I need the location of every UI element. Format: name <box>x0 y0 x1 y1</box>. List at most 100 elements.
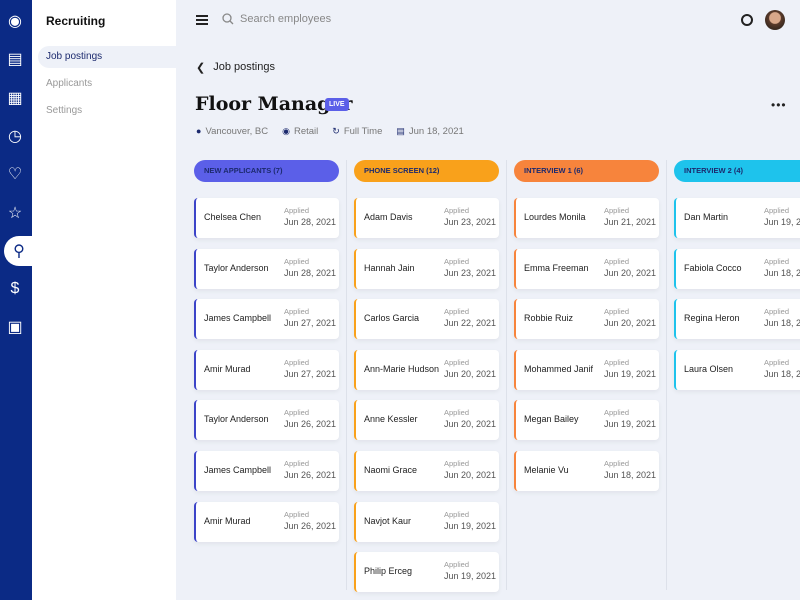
meta-text: Jun 18, 2021 <box>408 126 464 137</box>
applied-date: Jun 18, 2021 <box>764 318 800 329</box>
applicant-card[interactable]: Navjot Kaur Applied Jun 19, 2021 <box>354 501 499 542</box>
applied-date: Jun 26, 2021 <box>284 520 337 531</box>
applicant-name: Amir Murad <box>204 515 251 526</box>
secondary-sidebar: Recruiting Job postings Applicants Setti… <box>32 0 203 600</box>
applicant-card[interactable]: Emma Freeman Applied Jun 20, 2021 <box>514 248 659 289</box>
column-divider <box>666 160 667 590</box>
applicant-card[interactable]: Taylor Anderson Applied Jun 28, 2021 <box>194 248 339 289</box>
help-lifebuoy-icon[interactable] <box>741 14 753 26</box>
applicant-card[interactable]: Fabiola Cocco AppliedJun 18, 2021 <box>674 248 800 289</box>
logo-icon[interactable]: ◉ <box>6 12 24 30</box>
gift-icon[interactable]: ▣ <box>6 318 24 336</box>
applicant-name: Melanie Vu <box>524 465 569 475</box>
applicant-name: Mohammed Janif <box>524 363 594 374</box>
applicant-card[interactable]: Melanie Vu Applied Jun 18, 2021 <box>514 451 659 491</box>
meta-text: Retail <box>293 126 319 137</box>
column-header[interactable]: NEW APPLICANTS (7) <box>194 160 339 182</box>
applied-date: Jun 28, 2021 <box>284 217 337 227</box>
clock-icon[interactable]: ◷ <box>6 127 24 145</box>
sidebar-item-applicants[interactable]: Applicants <box>38 73 203 95</box>
applied-label: Applied <box>444 560 470 570</box>
applicant-card[interactable]: Anne Kessler Applied Jun 20, 2021 <box>354 400 499 441</box>
more-options-icon[interactable]: ••• <box>771 98 787 112</box>
recruiting-search-icon[interactable]: ⚲ <box>4 235 34 266</box>
applied-date: Jun 19, 2021 <box>764 217 800 227</box>
search-icon <box>222 13 234 25</box>
applied-date: Jun 19, 2021 <box>604 419 657 430</box>
applied-date: Jun 18, 2021 <box>764 368 800 379</box>
hamburger-menu-icon[interactable] <box>196 15 208 25</box>
applied-label: Applied <box>444 459 470 468</box>
pipeline-column: PHONE SCREEN (12) Adam Davis Applied Jun 23… <box>354 160 499 593</box>
column-header[interactable]: INTERVIEW 2 (4) <box>674 160 800 182</box>
applied-label: Applied <box>284 459 310 468</box>
applicant-card[interactable]: Naomi Grace Applied Jun 20, 2021 <box>354 451 499 491</box>
applied-label: Applied <box>604 307 630 317</box>
chevron-left-icon: ❮ <box>196 62 206 74</box>
applied-date: Jun 20, 2021 <box>604 318 657 329</box>
meta-text: Vancouver, BC <box>205 126 269 137</box>
applied-label: Applied <box>444 307 470 317</box>
applied-date: Jun 26, 2021 <box>284 470 337 480</box>
applicant-card[interactable]: Taylor Anderson Applied Jun 26, 2021 <box>194 400 339 441</box>
document-icon: ▤ <box>396 126 405 136</box>
calendar-icon[interactable]: ▦ <box>6 89 24 107</box>
applied-label: Applied <box>764 206 790 215</box>
dollar-icon[interactable]: $ <box>6 280 24 298</box>
column-divider <box>346 160 347 590</box>
applied-date: Jun 20, 2021 <box>604 267 657 278</box>
applied-date: Jun 27, 2021 <box>284 318 337 329</box>
heart-icon[interactable]: ♡ <box>6 165 24 183</box>
applied-date: Jun 23, 2021 <box>444 217 497 227</box>
applicant-card[interactable]: Adam Davis Applied Jun 23, 2021 <box>354 198 499 238</box>
applied-label: Applied <box>604 459 630 468</box>
store-icon: ◉ <box>282 126 290 136</box>
applicant-name: Emma Freeman <box>524 262 589 273</box>
applied-label: Applied <box>284 256 310 266</box>
applicant-card[interactable]: Lourdes Monila Applied Jun 21, 2021 <box>514 198 659 238</box>
applicant-card[interactable]: Robbie Ruiz Applied Jun 20, 2021 <box>514 299 659 340</box>
applicant-card[interactable]: Amir Murad Applied Jun 26, 2021 <box>194 501 339 542</box>
applicant-name: Navjot Kaur <box>364 515 412 526</box>
applied-label: Applied <box>444 357 470 367</box>
location-pin-icon: ● <box>196 126 202 136</box>
applicant-card[interactable]: Mohammed Janif Applied Jun 19, 2021 <box>514 349 659 390</box>
applicant-card[interactable]: Megan Bailey Applied Jun 19, 2021 <box>514 400 659 441</box>
applicant-card[interactable]: Dan Martin Applied Jun 19, 2021 <box>674 198 800 238</box>
sidebar-item-job-postings[interactable]: Job postings <box>38 46 203 68</box>
applied-date: Jun 21, 2021 <box>604 217 657 227</box>
applicant-card[interactable]: Chelsea Chen Applied Jun 28, 2021 <box>194 198 339 238</box>
applicant-card[interactable]: Hannah Jain Applied Jun 23, 2021 <box>354 248 499 289</box>
meta-location: ● Vancouver, BC <box>196 126 268 137</box>
applied-label: Applied <box>764 307 790 317</box>
applied-label: Applied <box>604 357 630 367</box>
applicant-card[interactable]: Philip Erceg Applied Jun 19, 2021 <box>354 552 499 593</box>
applied-label: Applied <box>604 256 630 266</box>
top-bar: Search employees <box>176 0 800 42</box>
applicant-card[interactable]: James Campbell Applied Jun 26, 2021 <box>194 451 339 491</box>
applicant-card[interactable]: Ann-Marie Hudson Applied Jun 20, 2021 <box>354 349 499 390</box>
back-link[interactable]: ❮ Job postings <box>196 61 275 74</box>
star-icon[interactable]: ☆ <box>6 204 24 222</box>
applicant-card[interactable]: James Campbell Applied Jun 27, 2021 <box>194 299 339 340</box>
search-input[interactable]: Search employees <box>222 13 331 25</box>
applicant-card[interactable]: Regina Heron AppliedJun 18, 2021 <box>674 299 800 340</box>
applicant-name: Anne Kessler <box>364 414 418 425</box>
applicant-name: Dan Martin <box>684 212 729 222</box>
applicant-card[interactable]: Amir Murad Applied Jun 27, 2021 <box>194 349 339 390</box>
applicant-card[interactable]: Laura Olsen AppliedJun 18, 2021 <box>674 349 800 390</box>
id-card-icon[interactable]: ▤ <box>6 50 24 68</box>
column-divider <box>506 160 507 590</box>
applied-date: Jun 18, 2021 <box>604 470 657 480</box>
applicant-name: James Campbell <box>204 313 272 324</box>
column-header[interactable]: INTERVIEW 1 (6) <box>514 160 659 182</box>
applied-label: Applied <box>284 509 310 519</box>
applied-date: Jun 23, 2021 <box>444 267 497 278</box>
sidebar-item-settings[interactable]: Settings <box>38 100 203 122</box>
column-header[interactable]: PHONE SCREEN (12) <box>354 160 499 182</box>
applied-label: Applied <box>284 307 310 317</box>
applicant-card[interactable]: Carlos Garcia Applied Jun 22, 2021 <box>354 299 499 340</box>
avatar[interactable] <box>765 10 785 30</box>
applicant-name: Naomi Grace <box>364 465 418 475</box>
applied-date: Jun 18, 2021 <box>764 267 800 278</box>
